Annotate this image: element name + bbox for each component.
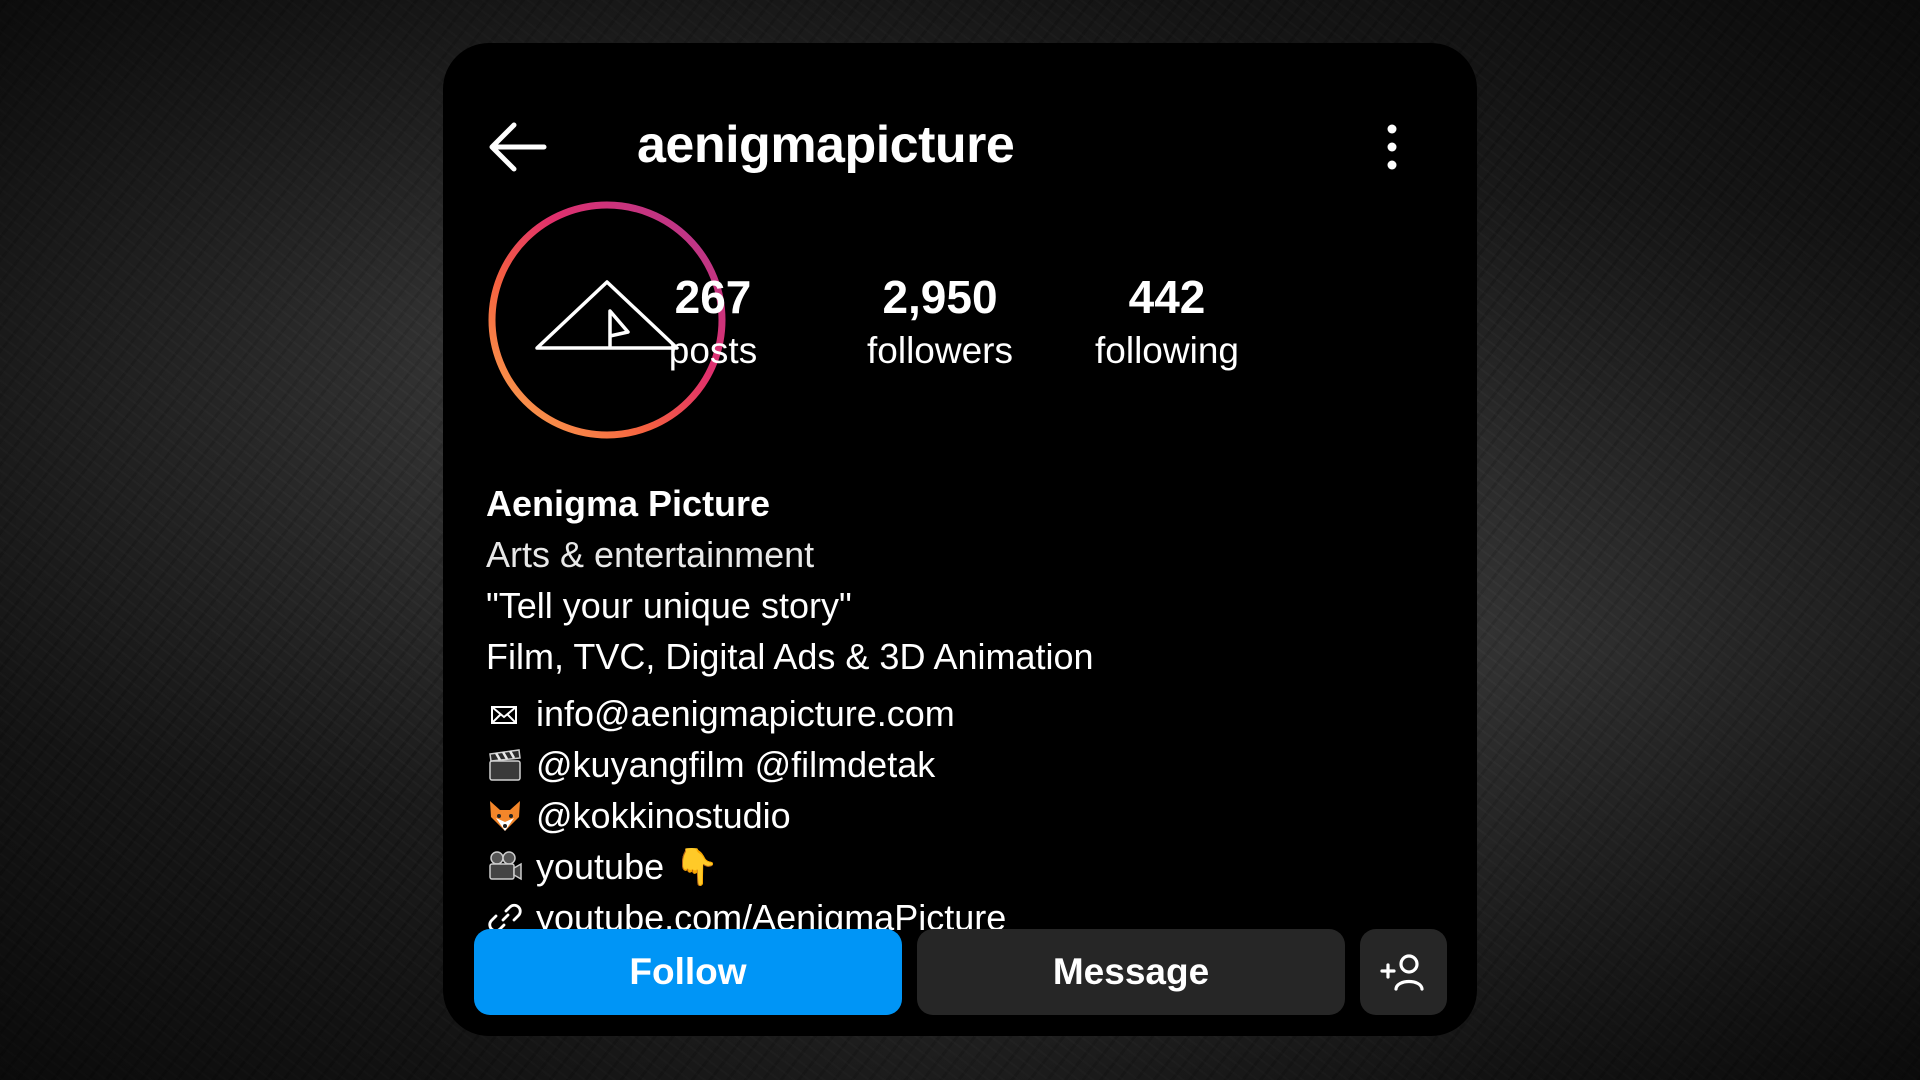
bio-line: "Tell your unique story" <box>486 585 852 626</box>
followers-count: 2,950 <box>882 271 998 323</box>
bio-line: Film, TVC, Digital Ads & 3D Animation <box>486 636 1094 677</box>
youtube-text: youtube 👇 <box>536 846 719 887</box>
posts-label: posts <box>668 330 758 371</box>
add-user-icon <box>1379 954 1424 991</box>
fox-icon <box>490 800 520 831</box>
profile-category: Arts & entertainment <box>486 534 815 575</box>
following-count: 442 <box>1128 271 1206 323</box>
film-handles-text[interactable]: @kuyangfilm @filmdetak <box>536 739 935 790</box>
follow-button-label: Follow <box>629 951 747 992</box>
stat-followers[interactable]: 2,950 followers <box>830 268 1050 376</box>
contact-row-email: info@aenigmapicture.com <box>486 688 1446 739</box>
clapperboard-icon <box>489 748 521 781</box>
posts-count: 267 <box>674 271 752 323</box>
more-vertical-icon[interactable] <box>1380 123 1404 171</box>
add-user-button[interactable] <box>1360 929 1447 1015</box>
follow-button[interactable]: Follow <box>474 929 902 1015</box>
profile-display-name: Aenigma Picture <box>486 483 771 524</box>
contact-row-youtube: youtube 👇 <box>486 841 1446 892</box>
profile-card: aenigmapicture 267 posts 2,950 followers… <box>443 43 1477 1036</box>
studio-handle-text[interactable]: @kokkinostudio <box>536 790 791 841</box>
email-text: info@aenigmapicture.com <box>536 693 955 734</box>
profile-bio: Aenigma Picture Arts & entertainment "Te… <box>486 479 1446 943</box>
stat-posts[interactable]: 267 posts <box>603 268 823 376</box>
contact-row-studio: @kokkinostudio <box>486 790 1446 841</box>
movie-camera-icon <box>489 850 522 880</box>
envelope-icon <box>491 705 517 724</box>
following-label: following <box>1095 330 1239 371</box>
message-button-label: Message <box>1052 951 1210 992</box>
followers-label: followers <box>867 330 1013 371</box>
contact-row-film: @kuyangfilm @filmdetak <box>486 739 1446 790</box>
stat-following[interactable]: 442 following <box>1057 268 1277 376</box>
message-button[interactable]: Message <box>917 929 1345 1015</box>
profile-username: aenigmapicture <box>637 116 1015 174</box>
arrow-left-icon[interactable] <box>486 119 548 175</box>
